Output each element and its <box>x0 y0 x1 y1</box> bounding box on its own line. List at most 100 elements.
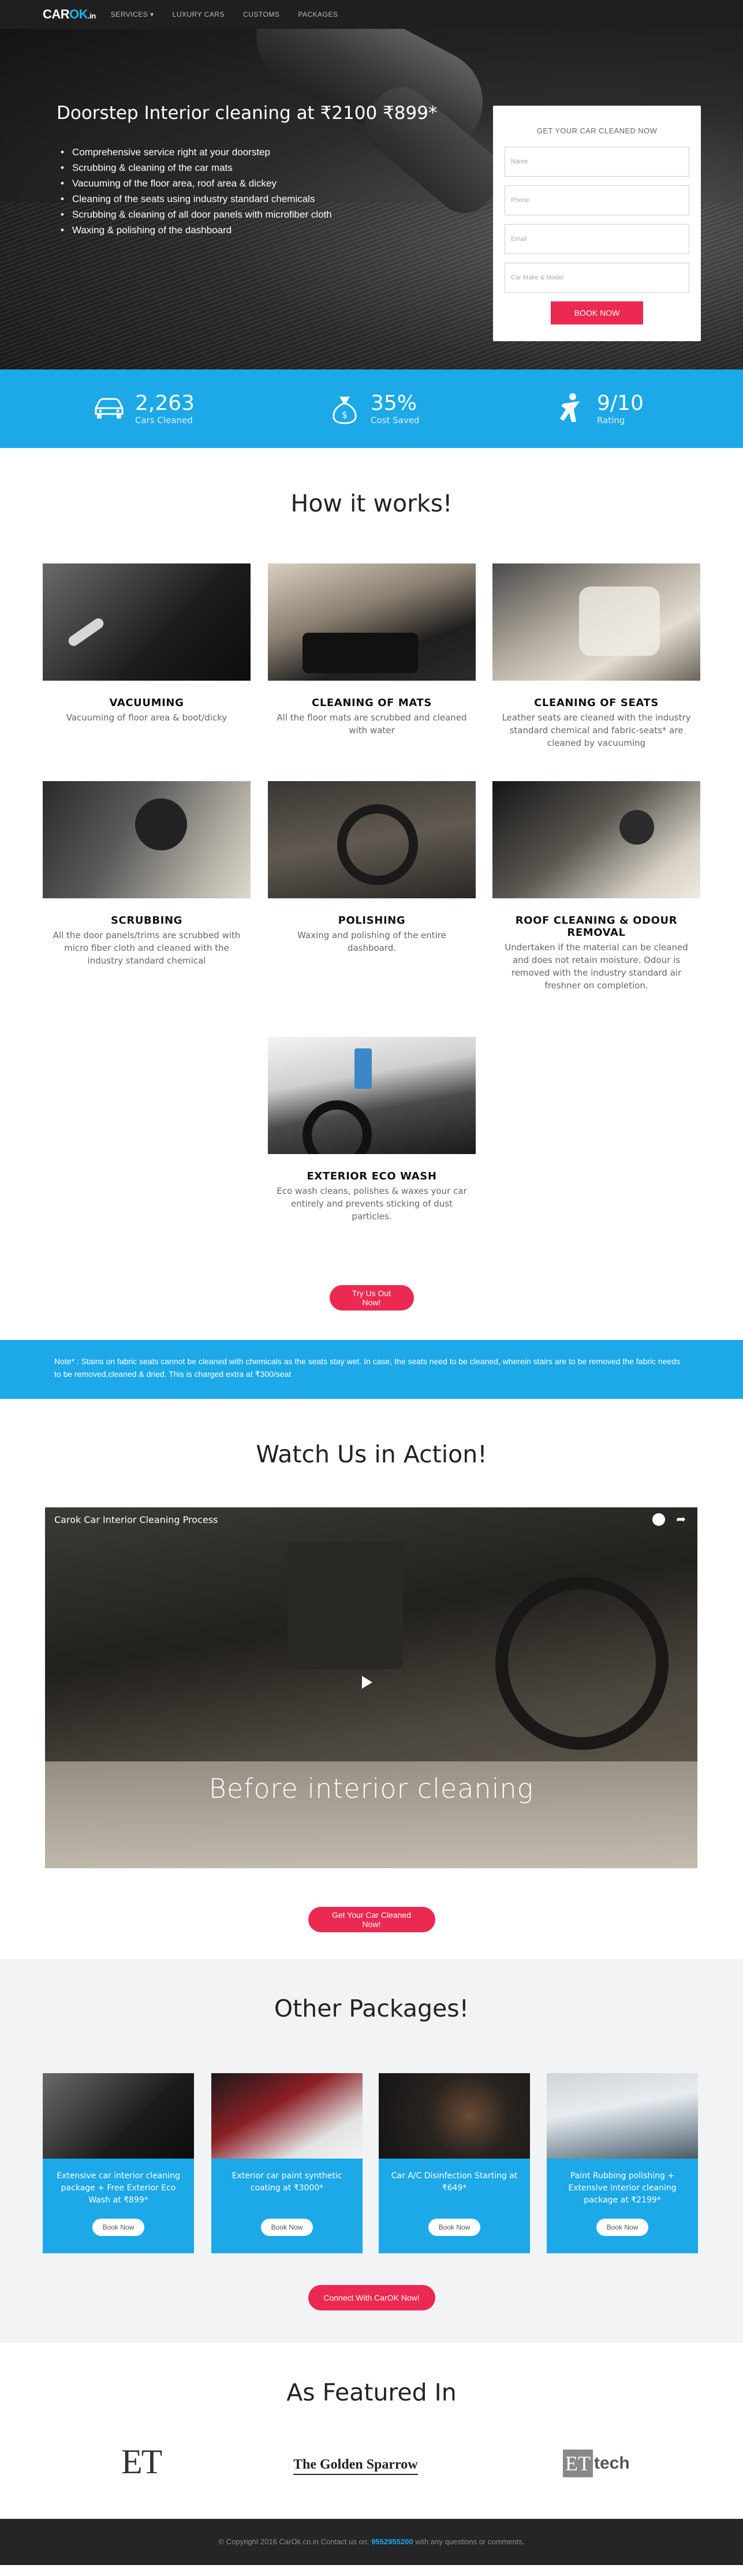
hero-bullet: Comprehensive service right at your door… <box>62 147 332 158</box>
step-card-vacuuming: VACUUMING Vacuuming of floor area & boot… <box>43 563 251 724</box>
packages-section: Other Packages! Extensive car interior c… <box>0 1959 743 2343</box>
video-title[interactable]: Carok Car Interior Cleaning Process <box>54 1514 218 1525</box>
package-description: Car A/C Disinfection Starting at ₹649* <box>391 2171 518 2193</box>
ettech-logo-et: ET <box>563 2450 593 2477</box>
nav-packages[interactable]: PACKAGES <box>298 10 338 18</box>
stats-bar: 2,263 Cars Cleaned $ 35% Cost Saved 9/10… <box>0 369 743 448</box>
hero-bullet: Scrubbing & cleaning of the car mats <box>62 162 332 174</box>
try-us-out-button[interactable]: Try Us Out Now! <box>329 1285 414 1311</box>
stain-note: Note* : Stains on fabric seats cannot be… <box>0 1340 743 1399</box>
step-description: Vacuuming of floor area & boot/dicky <box>66 712 227 723</box>
how-it-works-title: How it works! <box>290 490 453 517</box>
ettech-logo: ET tech <box>563 2450 630 2477</box>
package-description: Paint Rubbing polishing + Extensive inte… <box>568 2171 677 2205</box>
ettech-logo-tech: tech <box>593 2454 630 2473</box>
nav-luxury-cars[interactable]: LUXURY CARS <box>173 10 225 18</box>
email-field[interactable] <box>505 224 689 254</box>
step-card-roof: ROOF CLEANING & ODOUR REMOVAL Undertaken… <box>492 781 700 992</box>
package-book-now-button[interactable]: Book Now <box>596 2219 649 2236</box>
stat-rating: 9/10 Rating <box>553 391 644 427</box>
steering-wheel <box>495 1577 669 1750</box>
stat-label: Cars Cleaned <box>135 415 193 425</box>
dashboard-console <box>288 1542 403 1669</box>
footer-phone-link[interactable]: 9552955200 <box>371 2537 413 2546</box>
carok-logo[interactable]: CAROK.in <box>43 7 96 22</box>
featured-title: As Featured In <box>286 2379 457 2406</box>
car-model-field[interactable] <box>505 263 689 293</box>
hero-bullet: Scrubbing & cleaning of all door panels … <box>62 209 332 221</box>
watch-section: Watch Us in Action! Carok Car Interior C… <box>0 1399 743 1959</box>
package-card: Exterior car paint synthetic coating at … <box>211 2073 363 2253</box>
vacuuming-photo <box>43 563 251 681</box>
hero-bullet: Vacuuming of the floor area, roof area &… <box>62 178 332 189</box>
step-card-mats: CLEANING OF MATS All the floor mats are … <box>268 563 476 737</box>
package-photo <box>379 2073 530 2159</box>
packages-title: Other Packages! <box>274 1995 469 2022</box>
package-photo <box>43 2073 194 2159</box>
stat-label: Rating <box>597 415 625 425</box>
step-title: CLEANING OF SEATS <box>534 697 659 709</box>
step-title: VACUUMING <box>109 697 184 709</box>
nav-services[interactable]: SERVICES ▾ <box>111 10 154 18</box>
stat-cars-cleaned: 2,263 Cars Cleaned <box>91 391 195 427</box>
package-card: Extensive car interior cleaning package … <box>43 2073 194 2253</box>
how-it-works-section: How it works! VACUUMING Vacuuming of flo… <box>0 448 743 1340</box>
package-photo <box>211 2073 363 2159</box>
package-card: Car A/C Disinfection Starting at ₹649* B… <box>379 2073 530 2253</box>
stat-label: Cost Saved <box>371 415 420 425</box>
package-description: Exterior car paint synthetic coating at … <box>232 2171 342 2193</box>
phone-field[interactable] <box>505 185 689 215</box>
step-title: CLEANING OF MATS <box>312 697 432 709</box>
hero-bullet: Waxing & polishing of the dashboard <box>62 225 332 236</box>
step-title: POLISHING <box>338 914 406 927</box>
step-card-polishing: POLISHING Waxing and polishing of the en… <box>268 781 476 954</box>
booking-form: GET YOUR CAR CLEANED NOW BOOK NOW <box>493 106 701 341</box>
step-description: Leather seats are cleaned with the indus… <box>502 712 691 748</box>
step-card-scrubbing: SCRUBBING All the door panels/trims are … <box>43 781 251 967</box>
connect-with-carok-button[interactable]: Connect With CarOK Now! <box>308 2285 435 2310</box>
watch-title: Watch Us in Action! <box>256 1440 487 1468</box>
name-field[interactable] <box>505 147 689 177</box>
roof-cleaning-photo <box>492 781 700 898</box>
stat-value: 9/10 <box>597 391 644 415</box>
step-description: Eco wash cleans, polishes & waxes your c… <box>277 1186 467 1222</box>
star-person-icon <box>560 393 580 422</box>
step-title: SCRUBBING <box>110 914 183 927</box>
mats-photo <box>268 563 476 681</box>
logo-suffix: .in <box>88 12 96 20</box>
play-icon[interactable] <box>362 1676 372 1689</box>
stat-value: 2,263 <box>135 391 195 415</box>
get-car-cleaned-button[interactable]: Get Your Car Cleaned Now! <box>308 1907 435 1932</box>
step-card-eco-wash: EXTERIOR ECO WASH Eco wash cleans, polis… <box>268 1037 476 1223</box>
step-card-seats: CLEANING OF SEATS Leather seats are clea… <box>492 563 700 749</box>
svg-text:$: $ <box>342 409 348 420</box>
video-player[interactable]: Carok Car Interior Cleaning Process ➦ Be… <box>45 1507 697 1868</box>
book-now-button[interactable]: BOOK NOW <box>551 301 643 324</box>
eco-wash-photo <box>268 1037 476 1154</box>
seats-photo <box>492 563 700 681</box>
package-book-now-button[interactable]: Book Now <box>428 2219 481 2236</box>
booking-form-title: GET YOUR CAR CLEANED NOW <box>536 126 658 135</box>
step-description: All the door panels/trims are scrubbed w… <box>53 930 241 966</box>
step-description: Waxing and polishing of the entire dashb… <box>297 930 446 953</box>
golden-sparrow-logo: The Golden Sparrow <box>293 2457 418 2475</box>
package-description: Extensive car interior cleaning package … <box>57 2171 180 2205</box>
watch-later-icon[interactable] <box>652 1513 665 1526</box>
logo-text: CAR <box>43 7 70 21</box>
footer-copyright: © Copyright 2016 CarOk.co.in Contact us … <box>218 2537 369 2546</box>
step-title: ROOF CLEANING & ODOUR REMOVAL <box>515 914 678 939</box>
package-card: Paint Rubbing polishing + Extensive inte… <box>547 2073 698 2253</box>
package-book-now-button[interactable]: Book Now <box>92 2219 145 2236</box>
hero-title: Doorstep Interior cleaning at ₹2100 ₹899… <box>57 103 438 124</box>
hero-bullets: Comprehensive service right at your door… <box>62 147 332 240</box>
package-photo <box>547 2073 698 2159</box>
share-icon[interactable]: ➦ <box>676 1512 686 1526</box>
logo-ok-text: OK <box>69 7 88 21</box>
hero-section: Doorstep Interior cleaning at ₹2100 ₹899… <box>0 29 743 369</box>
nav-customs[interactable]: CUSTOMS <box>243 10 279 18</box>
footer: © Copyright 2016 CarOk.co.in Contact us … <box>0 2519 743 2565</box>
footer-suffix: with any questions or comments. <box>415 2537 525 2546</box>
hero-bullet: Cleaning of the seats using industry sta… <box>62 193 332 205</box>
package-book-now-button[interactable]: Book Now <box>260 2219 313 2236</box>
step-description: Undertaken if the material can be cleane… <box>505 942 688 991</box>
